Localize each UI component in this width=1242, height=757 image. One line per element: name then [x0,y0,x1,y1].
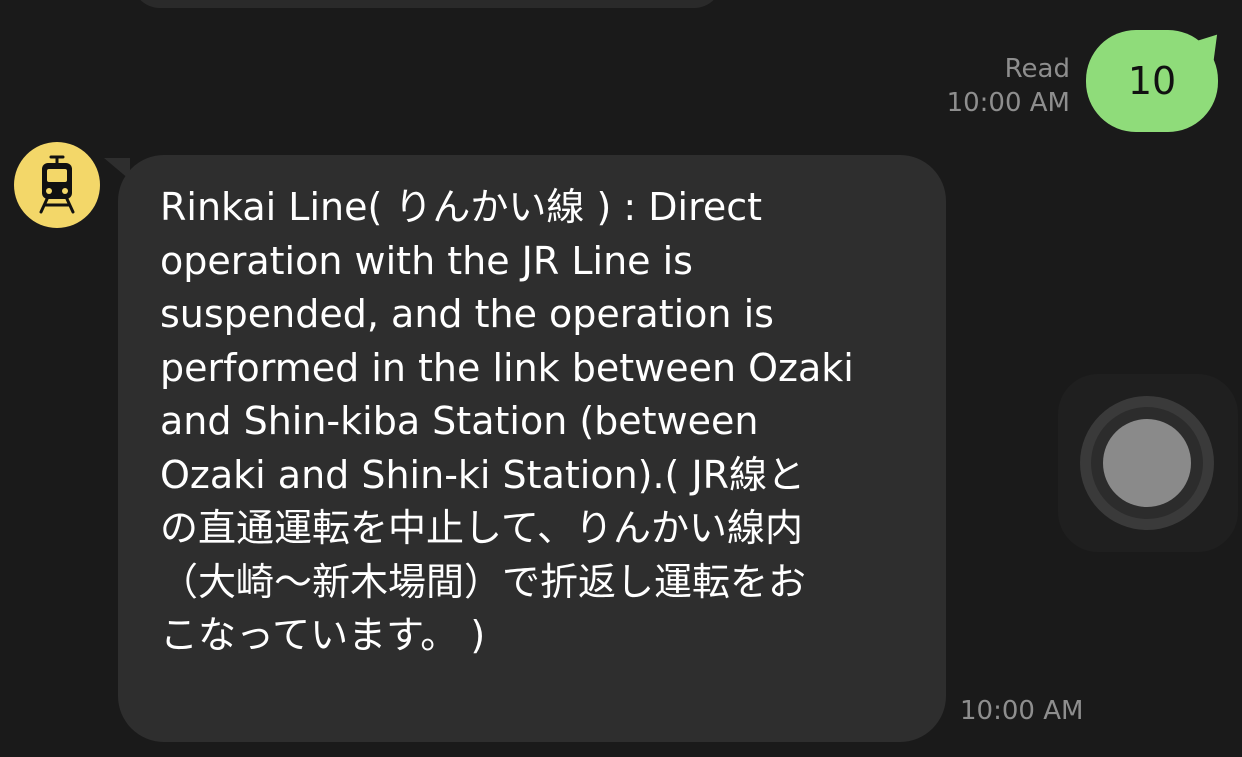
incoming-message-bubble[interactable]: Rinkai Line( りんかい線 ) : Direct operation … [118,155,946,742]
avatar[interactable] [14,142,100,228]
assistive-touch-ring [1091,407,1203,519]
incoming-time: 10:00 AM [960,696,1084,726]
outgoing-time: 10:00 AM [946,88,1070,118]
outgoing-message-text: 10 [1127,59,1177,103]
previous-message-bubble[interactable] [132,0,722,8]
incoming-message-text: Rinkai Line( りんかい線 ) : Direct operation … [160,185,854,657]
outgoing-message-bubble[interactable]: 10 [1086,30,1218,132]
train-icon [39,155,75,214]
read-status: Read [1004,54,1070,84]
assistive-touch-dot [1103,419,1191,507]
chat-area: Read 10:00 AM 10 Rinkai Line( りんかい線 ) : … [0,0,1242,757]
assistive-touch-icon [1080,396,1214,530]
outgoing-meta: Read 10:00 AM [947,52,1070,120]
assistive-touch-button[interactable] [1058,374,1238,552]
